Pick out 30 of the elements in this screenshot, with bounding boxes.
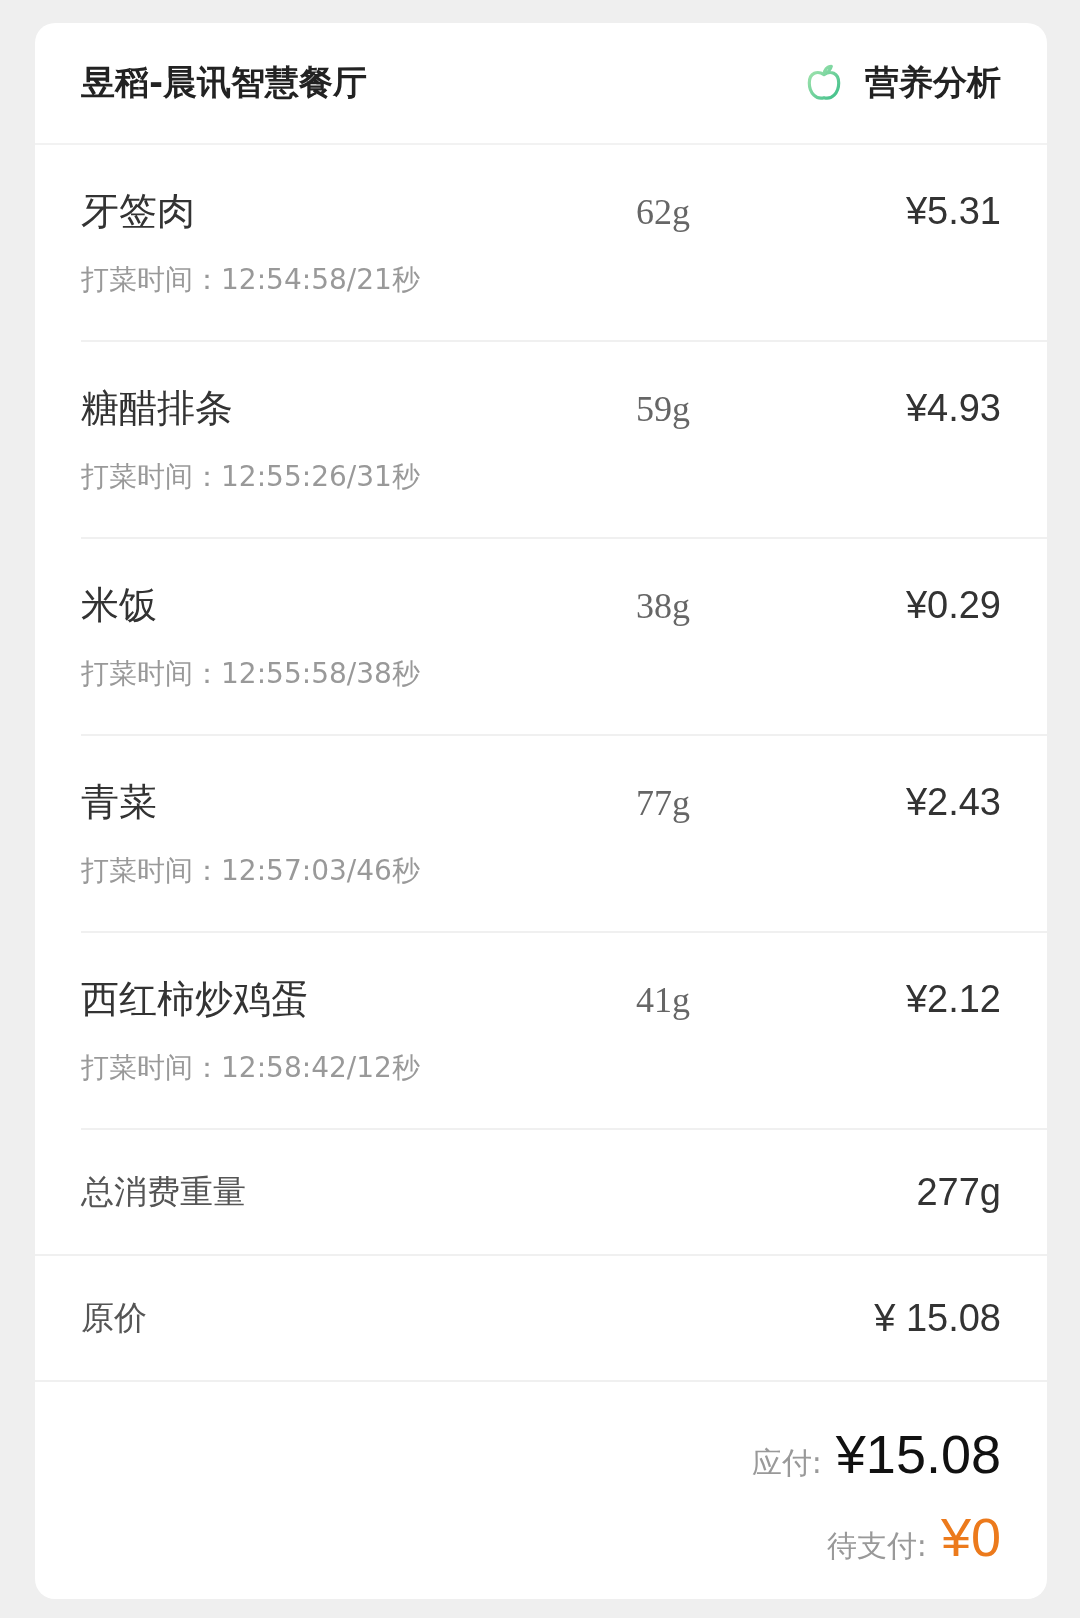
dish-name: 米饭 xyxy=(81,582,158,629)
serving-time: 打菜时间：12:58:42/12秒 xyxy=(81,1050,421,1086)
dish-name: 牙签肉 xyxy=(81,188,196,235)
dish-weight: 62g xyxy=(636,190,690,233)
summary-value: ¥ 15.08 xyxy=(874,1296,1001,1340)
serving-time: 打菜时间：12:54:58/21秒 xyxy=(81,262,421,298)
serving-time: 打菜时间：12:55:26/31秒 xyxy=(81,459,421,495)
dish-price: ¥0.29 xyxy=(905,584,1001,627)
dish-weight: 77g xyxy=(636,781,690,824)
dish-name: 西红柿炒鸡蛋 xyxy=(81,976,310,1023)
summary-label: 原价 xyxy=(81,1296,147,1339)
payable-label: 应付: xyxy=(751,1443,822,1482)
dish-price: ¥5.31 xyxy=(905,190,1001,233)
serving-time: 打菜时间：12:55:58/38秒 xyxy=(81,656,421,692)
dish-name: 糖醋排条 xyxy=(81,385,234,432)
dish-price: ¥2.12 xyxy=(905,978,1001,1021)
summary-label: 总消费重量 xyxy=(81,1170,246,1213)
pending-amount: ¥0 xyxy=(940,1506,1001,1569)
dish-name: 青菜 xyxy=(81,779,158,826)
dish-weight: 38g xyxy=(636,584,690,627)
nutrition-analysis-link[interactable]: 营养分析 xyxy=(803,60,1001,106)
dish-weight: 41g xyxy=(636,978,690,1021)
serving-time: 打菜时间：12:57:03/46秒 xyxy=(81,853,421,889)
dish-weight: 59g xyxy=(636,387,690,430)
dish-price: ¥2.43 xyxy=(905,781,1001,824)
pending-label: 待支付: xyxy=(826,1527,927,1566)
dish-price: ¥4.93 xyxy=(905,387,1001,430)
restaurant-name: 昱稻-晨讯智慧餐厅 xyxy=(81,61,368,104)
summary-value: 277g xyxy=(916,1170,1001,1214)
payable-amount: ¥15.08 xyxy=(835,1422,1001,1485)
